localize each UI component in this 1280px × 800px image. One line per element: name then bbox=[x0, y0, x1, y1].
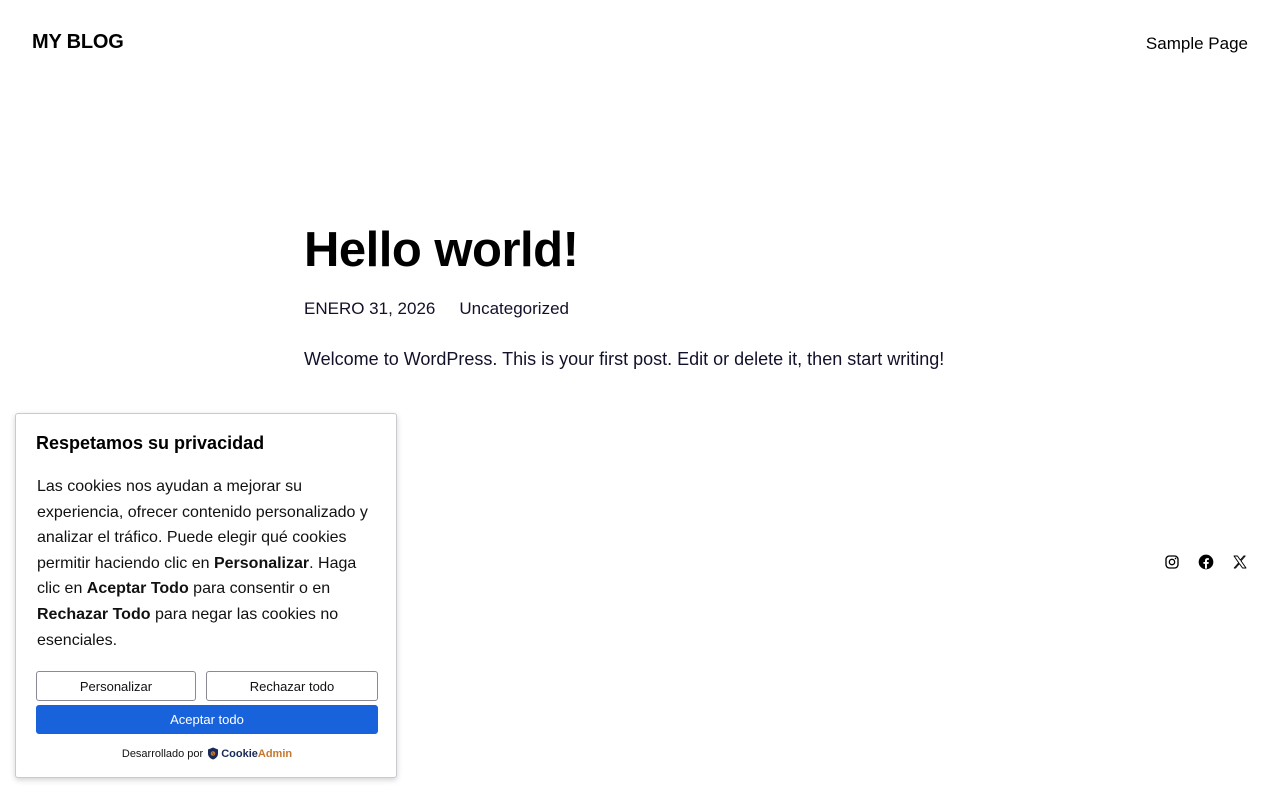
cookie-banner-description: Las cookies nos ayudan a mejorar su expe… bbox=[37, 478, 368, 649]
post-meta: ENERO 31, 2026 Uncategorized bbox=[304, 299, 569, 319]
cookieadmin-logo-link[interactable]: Cookie Admin bbox=[207, 747, 292, 760]
x-link[interactable] bbox=[1232, 554, 1248, 570]
cookie-consent-banner: Respetamos su privacidad Las cookies nos… bbox=[15, 413, 397, 778]
accept-all-button[interactable]: Aceptar todo bbox=[36, 705, 378, 734]
nav-link-sample-page[interactable]: Sample Page bbox=[1146, 34, 1248, 54]
social-links bbox=[1164, 554, 1248, 570]
post-category-link[interactable]: Uncategorized bbox=[459, 299, 569, 319]
customize-button[interactable]: Personalizar bbox=[36, 671, 196, 701]
post-content: Welcome to WordPress. This is your first… bbox=[304, 349, 945, 369]
shield-icon bbox=[208, 747, 219, 760]
reject-all-button[interactable]: Rechazar todo bbox=[206, 671, 378, 701]
site-title-link[interactable]: MY BLOG bbox=[32, 31, 124, 54]
powered-by: Desarrollado por Cookie Admin bbox=[16, 747, 398, 760]
facebook-link[interactable] bbox=[1198, 554, 1214, 570]
powered-by-label: Desarrollado por bbox=[121, 747, 204, 760]
brand-part-2: Admin bbox=[257, 747, 293, 760]
x-icon bbox=[1233, 555, 1247, 569]
post-date[interactable]: ENERO 31, 2026 bbox=[304, 299, 435, 319]
post-title: Hello world! bbox=[304, 223, 579, 277]
page: MY BLOG Sample Page Hello world! ENERO 3… bbox=[0, 0, 1280, 800]
instagram-icon bbox=[1165, 555, 1179, 569]
brand-part-1: Cookie bbox=[221, 747, 258, 760]
cookie-banner-title: Respetamos su privacidad bbox=[36, 433, 265, 453]
instagram-link[interactable] bbox=[1164, 554, 1180, 570]
facebook-icon bbox=[1198, 554, 1214, 570]
